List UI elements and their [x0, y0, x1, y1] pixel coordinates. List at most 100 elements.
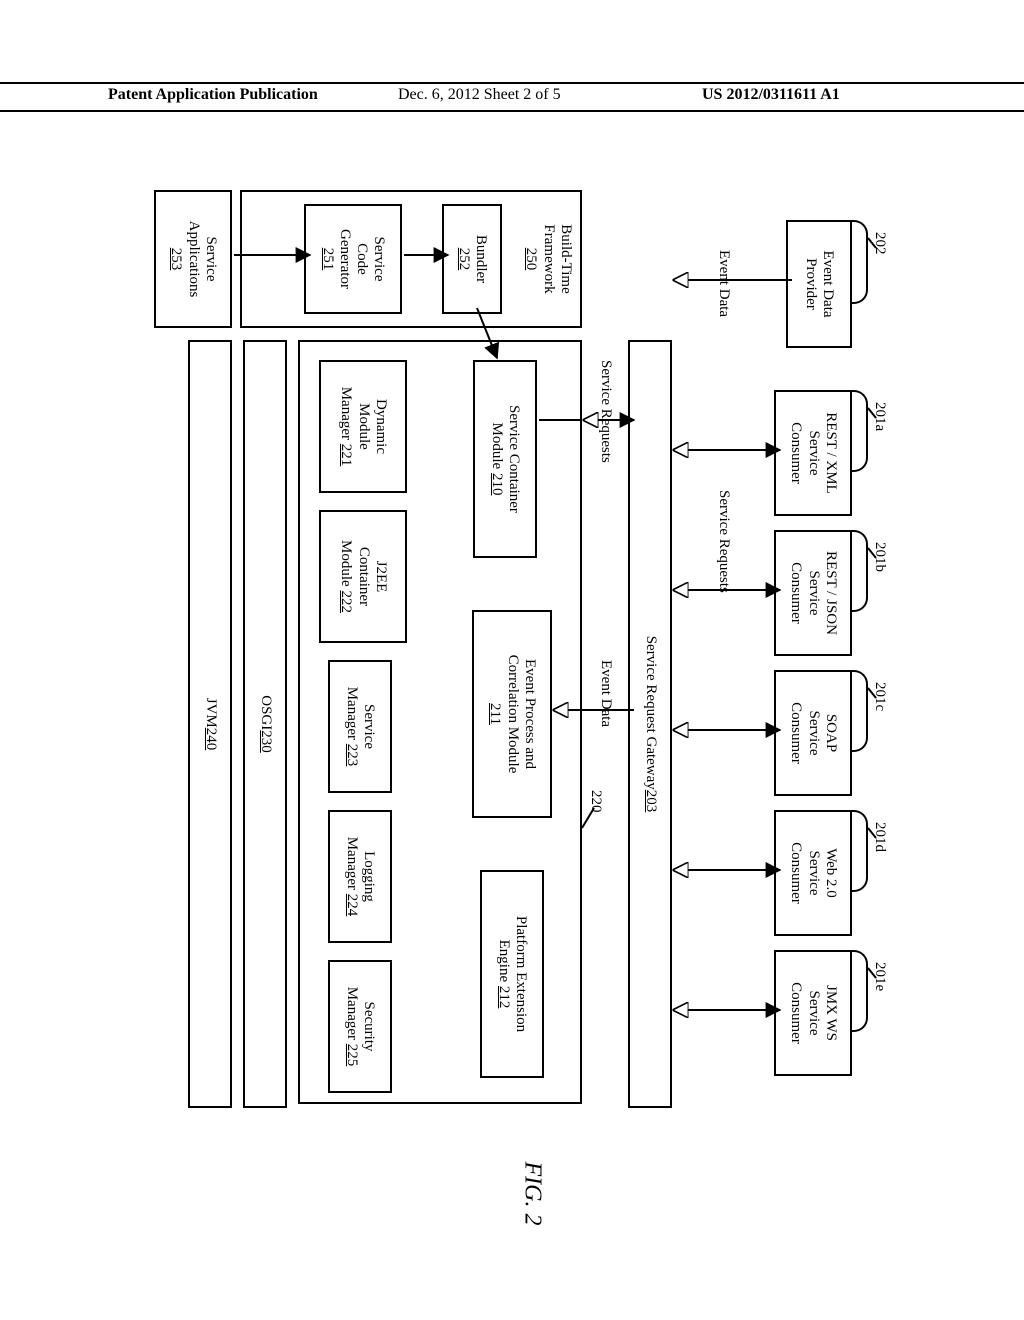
header-center: Dec. 6, 2012 Sheet 2 of 5 [398, 86, 561, 104]
box-osgi: OSGI 230 [243, 340, 287, 1108]
soap3: Consumer [787, 702, 804, 764]
ref-201a: 201a [871, 402, 888, 431]
svc-id: 223 [344, 744, 360, 767]
rjson1: REST / JSON [822, 551, 839, 635]
box-rest-xml-consumer: REST / XML Service Consumer [774, 390, 852, 516]
rxml2: Service [804, 431, 821, 476]
box-service-manager: Service Manager 223 [328, 660, 392, 793]
rjson3: Consumer [787, 562, 804, 624]
sec-id: 225 [344, 1044, 360, 1067]
pee2t: Engine [496, 940, 512, 986]
diagram-wrapper: Event Data Provider 202 REST / XML Servi… [142, 190, 882, 1150]
sap1: Service [202, 237, 219, 282]
page-header: Patent Application Publication Dec. 6, 2… [0, 82, 1024, 112]
label-service-requests-2: Service Requests [597, 360, 614, 463]
box-platform-extension-engine: Platform Extension Engine 212 [480, 870, 544, 1078]
log-id: 224 [344, 894, 360, 917]
jmx1: JMX WS [822, 985, 839, 1041]
j2ee1: J2EE [372, 561, 389, 593]
ref-201e: 201e [871, 962, 888, 991]
tab-202 [850, 220, 868, 304]
box-security-manager: Security Manager 225 [328, 960, 392, 1093]
jmx3: Consumer [787, 982, 804, 1044]
box-bundler: Bundler 252 [442, 204, 502, 314]
tab-201a [850, 390, 868, 472]
dmm3t: Manager [338, 387, 354, 444]
scg3: Generator [336, 229, 353, 289]
epc2: Correlation Module [503, 655, 520, 774]
svc2: Manager 223 [343, 687, 360, 767]
scg2: Code [353, 243, 370, 275]
scg1: Service [370, 237, 387, 282]
web3: Consumer [787, 842, 804, 904]
box-buildtime-framework: Build-Time Framework 250 [240, 190, 582, 328]
scm-id: 210 [489, 473, 505, 496]
web1: Web 2.0 [822, 848, 839, 898]
log1: Logging [360, 851, 377, 902]
box-rest-json-consumer: REST / JSON Service Consumer [774, 530, 852, 656]
j2ee3t: Module [338, 540, 354, 590]
box-service-applications: Service Applications 253 [154, 190, 232, 328]
rjson2: Service [804, 571, 821, 616]
osgi-t: OSGI [256, 695, 273, 730]
box-jvm: JVM 240 [188, 340, 232, 1108]
rxml3: Consumer [787, 422, 804, 484]
box-web20-consumer: Web 2.0 Service Consumer [774, 810, 852, 936]
sec1: Security [360, 1002, 377, 1052]
bund: Bundler [472, 235, 489, 283]
tab-201d [850, 810, 868, 892]
jvm-id: 240 [201, 728, 218, 751]
tab-201e [850, 950, 868, 1032]
j2ee3: Module 222 [337, 540, 354, 613]
soap1: SOAP [822, 714, 839, 752]
header-left: Patent Application Publication [108, 86, 318, 104]
jmx2: Service [804, 991, 821, 1036]
sec2: Manager 225 [343, 987, 360, 1067]
label-event-data-2: Event Data [597, 660, 614, 727]
ref-202: 202 [871, 232, 888, 255]
box-soap-consumer: SOAP Service Consumer [774, 670, 852, 796]
btf2: Framework [540, 224, 557, 293]
label-event-data-1: Event Data [715, 250, 732, 317]
box-jmxws-consumer: JMX WS Service Consumer [774, 950, 852, 1076]
scm2: Module 210 [488, 423, 505, 496]
figure-label: FIG. 2 [518, 1162, 545, 1226]
j2ee-id: 222 [338, 590, 354, 613]
ref-201c: 201c [871, 682, 888, 711]
svc1: Service [360, 704, 377, 749]
epc-id: 211 [486, 703, 503, 725]
box-event-process-correlation: Event Process and Correlation Module 211 [472, 610, 552, 818]
soap2: Service [804, 711, 821, 756]
sap-id: 253 [167, 248, 184, 271]
log2t: Manager [344, 837, 360, 894]
log2: Manager 224 [343, 837, 360, 917]
box-logging-manager: Logging Manager 224 [328, 810, 392, 943]
scm2t: Module [489, 423, 505, 473]
jvm-t: JVM [201, 698, 218, 728]
web2: Service [804, 851, 821, 896]
box-dynamic-module-manager: Dynamic Module Manager 221 [319, 360, 407, 493]
box-j2ee-container-module: J2EE Container Module 222 [319, 510, 407, 643]
tab-201b [850, 530, 868, 612]
box-service-code-generator: Service Code Generator 251 [304, 204, 402, 314]
scg-id: 251 [319, 248, 336, 271]
evt-line1: Event Data [819, 250, 836, 317]
evt-line2: Provider [802, 258, 819, 310]
dmm3: Manager 221 [337, 387, 354, 467]
dmm2: Module [354, 403, 371, 450]
box-service-gateway: Service Request Gateway 203 [628, 340, 672, 1108]
dmm1: Dynamic [372, 399, 389, 454]
scm1: Service Container [505, 405, 522, 513]
btf1: Build-Time [557, 224, 574, 293]
j2ee2: Container [354, 547, 371, 606]
svc2t: Manager [344, 687, 360, 744]
ref-220: 220 [587, 790, 604, 813]
box-service-container-module: Service Container Module 210 [473, 360, 537, 558]
pee-id: 212 [496, 986, 512, 1009]
tab-201c [850, 670, 868, 752]
dmm-id: 221 [338, 444, 354, 467]
pee2: Engine 212 [495, 940, 512, 1009]
diagram: Event Data Provider 202 REST / XML Servi… [142, 190, 882, 1150]
rxml1: REST / XML [822, 412, 839, 493]
bund-id: 252 [455, 248, 472, 271]
